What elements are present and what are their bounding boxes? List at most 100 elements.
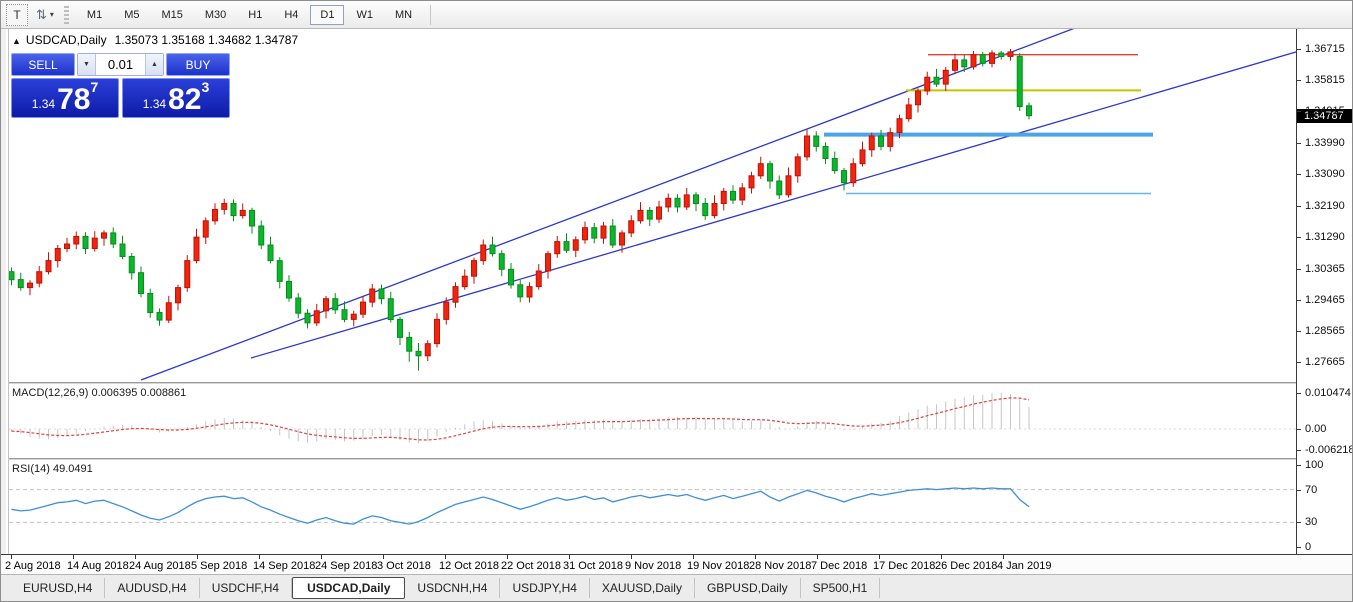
candle-body [332,298,339,311]
chart-tab-EURUSD-H4[interactable]: EURUSD,H4 [11,578,106,598]
timeframe-button-MN[interactable]: MN [385,5,422,25]
timeframe-button-D1[interactable]: D1 [310,4,345,25]
candle-body [212,208,218,222]
price-axis[interactable]: 1.34787 1.36715 1.35815 1.34915 1.33990 1.33… [1296,29,1353,554]
text-tool-icon: T [13,7,21,22]
timeframe-button-H1[interactable]: H1 [238,5,272,25]
trend-channel-line[interactable] [250,35,1296,359]
timeframe-button-M5[interactable]: M5 [114,5,149,25]
date-axis[interactable]: 2 Aug 2018 14 Aug 2018 24 Aug 2018 5 Sep 20… [1,554,1352,576]
date-axis-tick [445,555,446,559]
candle-body [341,309,348,320]
candle-body [156,312,163,321]
candle-body [91,237,98,250]
candle-body [887,132,894,147]
candle-body [471,260,477,277]
rsi-label: RSI(14) 49.0491 [12,463,93,475]
sell-price-display[interactable]: 1.34 78 7 [11,78,119,118]
timeframe-button-M15[interactable]: M15 [151,5,192,25]
candle-body [110,232,117,245]
candle-body [554,241,561,255]
candle-body [961,59,968,68]
candle-body [369,288,376,303]
candle-body [193,236,200,262]
candle-body [915,90,921,106]
chart-ohlc-values: 1.35073 1.35168 1.34682 1.34787 [114,33,299,47]
buy-price-display[interactable]: 1.34 82 3 [122,78,230,118]
candle-body [350,313,357,320]
date-axis-tick [135,555,136,559]
timeframe-button-H4[interactable]: H4 [274,5,308,25]
left-edge-splitter[interactable] [1,29,9,576]
chart-title: ▲ USDCAD,Daily 1.35073 1.35168 1.34682 1.3… [12,33,298,47]
price-axis-label: 1.27665 [1305,356,1345,368]
candle-body [859,149,866,165]
price-axis-label: 1.30365 [1305,263,1345,275]
date-tick-label: 2 Aug 2018 [5,560,61,572]
candle-body [73,235,80,245]
toolbar-separator-grip[interactable] [63,5,69,24]
text-tool-button[interactable]: T [6,3,28,26]
candle-body [36,271,43,284]
volume-increase-button[interactable]: ▲ [145,54,163,75]
rsi-axis-tick [1297,547,1301,548]
date-axis-tick [259,555,260,559]
timeframe-button-M1[interactable]: M1 [77,5,112,25]
dropdown-caret-icon: ▾ [49,10,54,19]
candle-body [508,268,514,286]
candle-body [258,225,265,246]
timeframe-button-group: M1 M5 M15 M30 H1 H4 D1 W1 MN [77,4,424,25]
rsi-indicator-pane[interactable] [9,460,1296,554]
sell-button[interactable]: SELL [11,53,75,76]
date-tick-label: 28 Nov 2018 [749,560,812,572]
collapse-triangle-icon[interactable]: ▲ [12,36,21,46]
timeframe-button-M30[interactable]: M30 [195,5,236,25]
price-axis-tick [1297,237,1301,238]
date-tick-label: 7 Dec 2018 [811,560,868,572]
chart-tab-GBPUSD-Daily[interactable]: GBPUSD,Daily [695,578,801,598]
macd-axis-label: 0.00 [1305,423,1327,435]
date-tick-label: 17 Dec 2018 [873,560,936,572]
candle-body [545,253,551,272]
trading-app-window: T ⇅ ▾ M1 M5 M15 M30 H1 H4 D1 W1 MN ▲ USDCAD,Daily… [0,0,1353,602]
chart-tab-USDCNH-H4[interactable]: USDCNH,H4 [405,578,501,598]
toolbar-divider [430,4,432,25]
candle-body [27,282,33,289]
chart-tab-AUDUSD-H4[interactable]: AUDUSD,H4 [105,578,200,598]
candle-body [54,248,61,262]
buy-button[interactable]: BUY [166,53,230,76]
arrange-windows-button[interactable]: ⇅ ▾ [32,4,58,26]
price-axis-tick [1297,80,1301,81]
chart-tab-bar: EURUSD,H4 AUDUSD,H4 USDCHF,H4 USDCAD,Daily U… [1,574,1352,601]
candle-body [702,203,709,217]
macd-indicator-pane[interactable] [9,384,1296,458]
candle-body [535,270,542,288]
candle-body [924,76,931,92]
date-axis-tick [73,555,74,559]
macd-axis-label: -0.006218 [1305,444,1353,456]
chart-tab-USDJPY-H4[interactable]: USDJPY,H4 [500,578,590,598]
candle-body [175,287,181,304]
price-axis-label: 1.34915 [1305,105,1345,117]
candle-body [119,243,126,257]
candle-body [822,145,829,160]
candle-body [739,187,746,201]
price-axis-tick [1297,331,1301,332]
price-axis-label: 1.31290 [1305,231,1345,243]
candle-body [434,318,440,345]
date-axis-tick [693,555,694,559]
date-tick-label: 5 Sep 2018 [191,560,248,572]
chart-tab-XAUUSD-Daily[interactable]: XAUUSD,Daily [590,578,695,598]
candle-body [757,163,764,177]
macd-label: MACD(12,26,9) 0.006395 0.008861 [12,387,187,399]
timeframe-button-W1[interactable]: W1 [346,5,383,25]
chart-tab-USDCHF-H4[interactable]: USDCHF,H4 [200,578,293,598]
volume-input[interactable] [96,54,145,75]
chart-tab-SP500-H1[interactable]: SP500,H1 [801,578,881,598]
rsi-axis-label: 100 [1305,459,1324,471]
candle-body [711,203,718,217]
chart-tab-USDCAD-Daily[interactable]: USDCAD,Daily [292,577,406,599]
date-axis-tick [1003,555,1004,559]
candle-body [942,69,949,85]
candle-body [563,241,570,251]
